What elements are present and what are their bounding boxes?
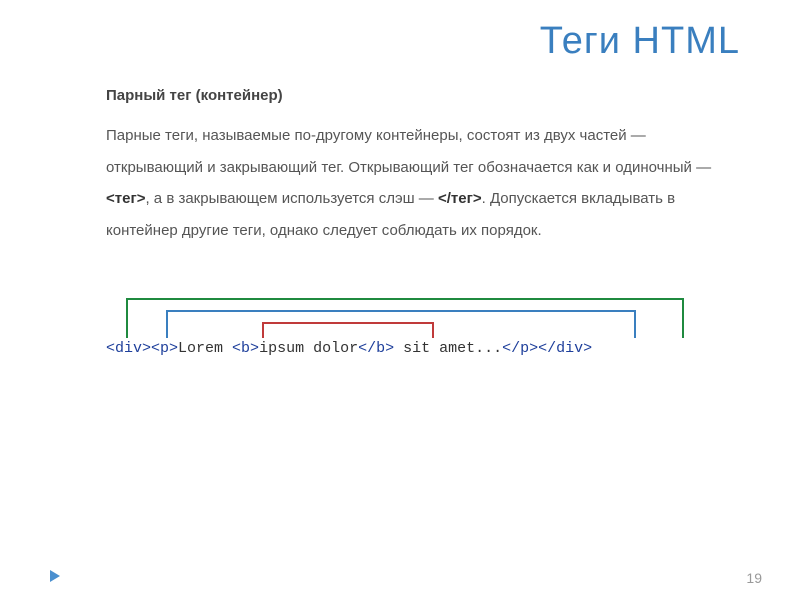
code-div-close: </div> xyxy=(538,340,592,357)
code-div-open: <div> xyxy=(106,340,151,357)
triangle-icon xyxy=(50,570,60,582)
page-number: 19 xyxy=(746,570,762,586)
code-text-1: Lorem xyxy=(178,340,232,357)
code-p-close: </p> xyxy=(502,340,538,357)
tag-open-example: <тег> xyxy=(106,190,145,207)
page-title: Теги HTML xyxy=(50,20,750,63)
nesting-diagram: <div><p>Lorem <b>ipsum dolor</b> sit ame… xyxy=(106,292,746,362)
bracket-inner xyxy=(262,322,434,338)
code-text-3: sit amet... xyxy=(394,340,502,357)
code-b-open: <b> xyxy=(232,340,259,357)
code-text-2: ipsum dolor xyxy=(259,340,358,357)
body-part-1: Парные теги, называемые по-другому конте… xyxy=(106,127,711,176)
body-text: Парные теги, называемые по-другому конте… xyxy=(50,120,750,246)
subtitle: Парный тег (контейнер) xyxy=(50,87,750,104)
slide: Теги HTML Парный тег (контейнер) Парные … xyxy=(0,0,800,600)
code-b-close: </b> xyxy=(358,340,394,357)
body-part-2: , а в закрывающем используется слэш — xyxy=(145,190,438,207)
tag-close-example: </тег> xyxy=(438,190,482,207)
code-line: <div><p>Lorem <b>ipsum dolor</b> sit ame… xyxy=(106,340,592,357)
code-p-open: <p> xyxy=(151,340,178,357)
